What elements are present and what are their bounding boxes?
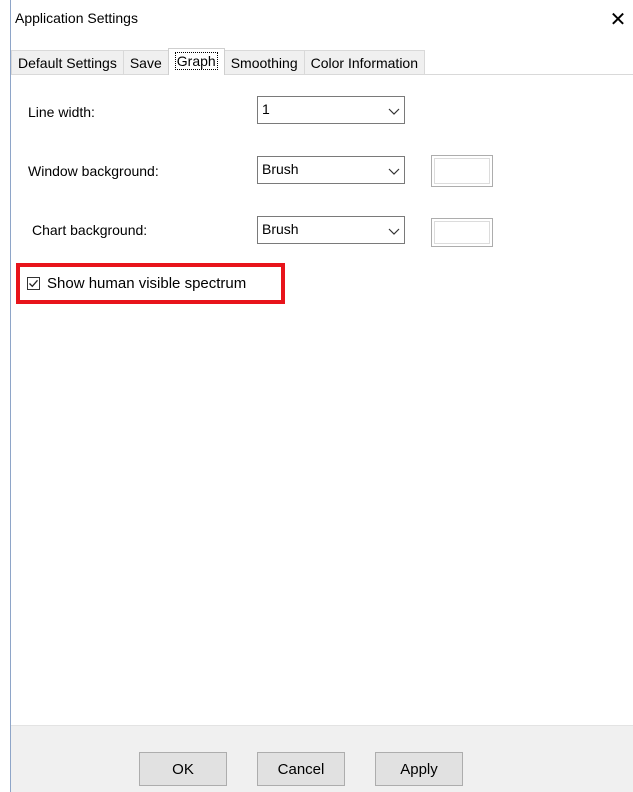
title-bar[interactable]: Application Settings ✕	[11, 0, 633, 38]
window-title: Application Settings	[15, 10, 138, 26]
tab-graph[interactable]: Graph	[167, 48, 225, 75]
tab-label: Graph	[174, 52, 218, 70]
window-background-label: Window background:	[28, 163, 159, 179]
tab-default-settings[interactable]: Default Settings	[11, 50, 124, 75]
chevron-down-icon	[388, 228, 400, 235]
tab-smoothing[interactable]: Smoothing	[223, 50, 305, 75]
line-width-label: Line width:	[28, 104, 95, 120]
chevron-down-icon	[388, 168, 400, 175]
tab-label: Smoothing	[230, 55, 298, 71]
line-width-select[interactable]: 1	[257, 96, 405, 124]
checkbox-box[interactable]	[27, 277, 40, 290]
checkmark-icon	[29, 279, 38, 288]
window-background-value: Brush	[262, 161, 299, 177]
tab-label: Color Information	[310, 55, 419, 71]
window-background-color-swatch[interactable]	[431, 155, 493, 187]
window-background-select[interactable]: Brush	[257, 156, 405, 184]
chart-background-color-swatch[interactable]	[431, 218, 493, 247]
tab-color-information[interactable]: Color Information	[303, 50, 426, 75]
cancel-button[interactable]: Cancel	[257, 752, 345, 786]
chart-background-select[interactable]: Brush	[257, 216, 405, 244]
tab-label: Save	[129, 55, 162, 71]
tab-strip-fill	[515, 50, 633, 75]
tab-strip: Default Settings Save Graph Smoothing Co…	[11, 48, 426, 75]
graph-tab-panel: Line width: 1 Window background: Brush C…	[11, 74, 633, 725]
tab-save[interactable]: Save	[122, 50, 169, 75]
close-button[interactable]: ✕	[603, 4, 633, 34]
chart-background-label: Chart background:	[32, 222, 148, 238]
chart-background-value: Brush	[262, 221, 299, 237]
line-width-value: 1	[262, 101, 270, 117]
tab-label: Default Settings	[18, 55, 117, 71]
dialog-footer: OK Cancel Apply	[11, 725, 633, 792]
close-icon: ✕	[609, 8, 627, 31]
show-spectrum-checkbox[interactable]: Show human visible spectrum	[27, 275, 246, 292]
settings-window: Application Settings ✕ Default Settings …	[0, 0, 633, 792]
apply-button[interactable]: Apply	[375, 752, 463, 786]
chevron-down-icon	[388, 108, 400, 115]
ok-button[interactable]: OK	[139, 752, 227, 786]
show-spectrum-label: Show human visible spectrum	[47, 275, 247, 292]
